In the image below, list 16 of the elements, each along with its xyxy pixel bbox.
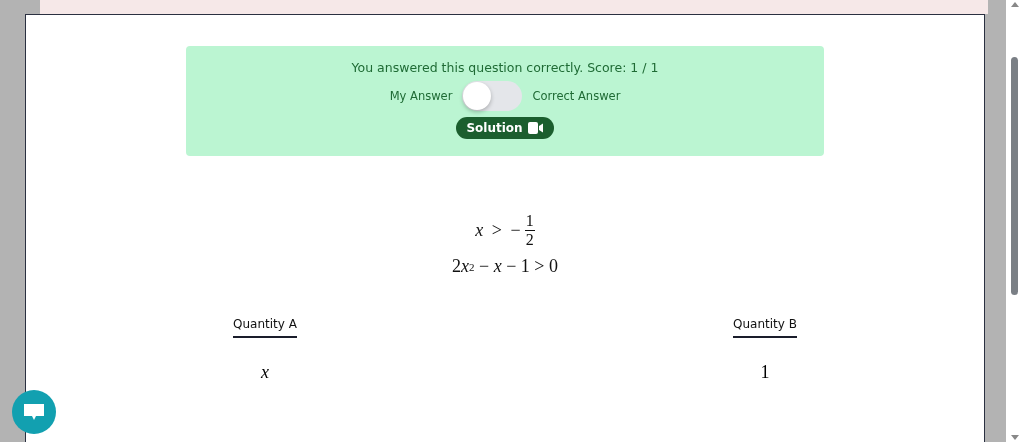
chat-icon	[23, 403, 45, 421]
toggle-label: My Answer	[389, 89, 453, 103]
scroll-down-icon[interactable]	[1010, 435, 1019, 440]
quantity-value: x	[261, 362, 269, 384]
quantity-value: 1	[760, 362, 770, 384]
scrollbar[interactable]	[1006, 0, 1023, 442]
toggle-label: Correct Answer	[532, 89, 621, 103]
quantity-heading: Quantity A	[233, 317, 297, 339]
result-message: You answered this question correctly. Score: 1 / 1	[351, 60, 659, 75]
solution-button[interactable]: Solution	[456, 117, 554, 139]
chat-button[interactable]	[12, 390, 56, 434]
answer-toggle[interactable]	[462, 81, 523, 111]
scroll-thumb[interactable]	[1011, 57, 1018, 295]
quantity-heading: Quantity B	[733, 317, 797, 339]
video-camera-icon	[527, 122, 544, 134]
scroll-up-icon[interactable]	[1010, 2, 1019, 7]
